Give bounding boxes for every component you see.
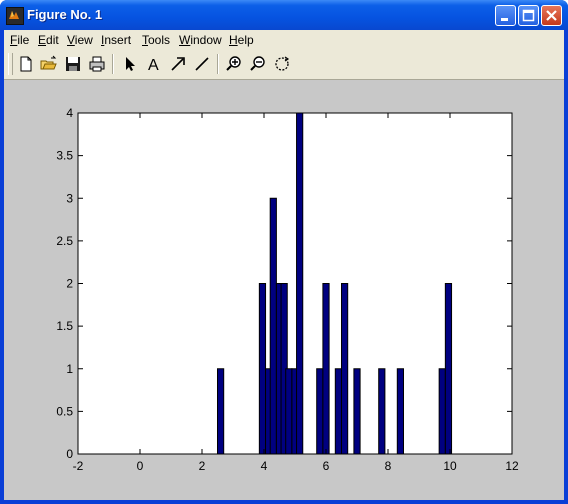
rotate-3d-button[interactable] <box>272 54 292 74</box>
menu-edit-label: dit <box>46 33 59 47</box>
save-icon <box>66 57 80 71</box>
insert-text-icon: A <box>148 57 159 74</box>
menu-view[interactable]: View <box>67 33 93 47</box>
menu-insert-label: nsert <box>104 33 132 47</box>
histogram-bar <box>378 368 386 455</box>
x-tick-label: 6 <box>323 459 330 473</box>
menu-tools[interactable]: Tools <box>142 33 170 47</box>
print-icon <box>89 56 105 72</box>
menu-help-label: elp <box>237 33 254 47</box>
histogram-bar <box>217 368 225 455</box>
zoom-out-icon <box>250 56 265 71</box>
y-tick-label: 3.5 <box>56 149 73 163</box>
x-tick-label: 12 <box>505 459 519 473</box>
menu-window-accel: W <box>179 33 191 47</box>
insert-arrow-button[interactable] <box>168 54 188 74</box>
menu-file-label: ile <box>17 33 30 47</box>
y-tick-label: 1.5 <box>56 319 73 333</box>
menu-edit-accel: E <box>38 33 47 47</box>
histogram-plot[interactable]: -2 0 2 4 6 8 10 1200.511.522.533.54 <box>4 80 564 500</box>
open-file-button[interactable] <box>39 54 59 74</box>
toolbar-separator <box>112 54 114 74</box>
insert-line-icon <box>195 57 209 71</box>
zoom-out-button[interactable] <box>248 54 268 74</box>
close-button[interactable] <box>541 5 562 26</box>
menu-bar: File Edit View Insert Tools Window Help <box>4 30 564 50</box>
menu-window[interactable]: Window <box>179 33 222 47</box>
figure-toolbar: A <box>4 50 564 80</box>
minimize-button[interactable] <box>495 5 516 26</box>
svg-text:A: A <box>148 57 159 74</box>
zoom-in-icon <box>226 56 241 71</box>
histogram-bar <box>258 283 267 455</box>
open-folder-icon <box>40 55 57 70</box>
toolbar-grip[interactable] <box>8 53 13 75</box>
y-tick-label: 4 <box>66 106 73 120</box>
figure-window: Figure No. 1 File Edit View Insert Tools… <box>0 0 568 504</box>
menu-help-accel: H <box>229 33 238 47</box>
minimize-icon <box>501 18 508 21</box>
insert-line-button[interactable] <box>192 54 212 74</box>
zoom-in-button[interactable] <box>224 54 244 74</box>
x-tick-label: -2 <box>73 459 84 473</box>
close-icon <box>546 10 557 21</box>
histogram-bar <box>353 368 361 455</box>
histogram-bar <box>396 368 404 455</box>
window-title: Figure No. 1 <box>27 7 103 22</box>
x-tick-label: 4 <box>261 459 268 473</box>
maximize-icon <box>522 9 535 22</box>
new-figure-button[interactable] <box>16 54 36 74</box>
menu-file[interactable]: File <box>10 33 29 47</box>
figure-canvas: -2 0 2 4 6 8 10 12 0 0.5 1 1.5 2 2.5 3 3.5 4 <box>4 80 564 500</box>
x-tick-label: 10 <box>443 459 457 473</box>
y-tick-label: 2 <box>66 277 73 291</box>
menu-insert[interactable]: Insert <box>101 33 131 47</box>
x-tick-label: 0 <box>137 459 144 473</box>
menu-view-label: iew <box>74 33 93 47</box>
insert-arrow-icon <box>171 57 185 71</box>
histogram-bar <box>444 283 453 455</box>
insert-text-button[interactable]: A <box>144 54 164 74</box>
new-file-icon <box>20 56 32 72</box>
x-tick-label: 8 <box>385 459 392 473</box>
histogram-bar <box>269 197 277 455</box>
histogram-bar <box>341 283 349 455</box>
histogram-bar <box>285 368 293 455</box>
matlab-app-icon <box>6 7 24 25</box>
histogram-bar <box>438 368 446 455</box>
histogram-bar <box>322 283 330 455</box>
menu-help[interactable]: Help <box>229 33 254 47</box>
y-tick-label: 2.5 <box>56 234 73 248</box>
edit-plot-button[interactable] <box>120 54 140 74</box>
x-tick-label: 2 <box>199 459 206 473</box>
select-arrow-icon <box>126 57 135 71</box>
save-button[interactable] <box>63 54 83 74</box>
title-bar[interactable]: Figure No. 1 <box>0 0 568 30</box>
menu-window-label: indow <box>190 33 222 47</box>
y-tick-label: 1 <box>66 362 73 376</box>
rotate-icon <box>275 56 290 71</box>
toolbar-separator <box>217 54 219 74</box>
menu-view-accel: V <box>67 33 75 47</box>
client-area: File Edit View Insert Tools Window Help <box>4 30 564 500</box>
menu-edit[interactable]: Edit <box>38 33 59 47</box>
histogram-bar <box>296 112 304 455</box>
y-tick-label: 0 <box>66 447 73 461</box>
maximize-button[interactable] <box>518 5 539 26</box>
menu-tools-label: ools <box>148 33 171 47</box>
y-tick-label: 0.5 <box>56 404 73 418</box>
histogram-bar <box>316 368 324 455</box>
y-tick-label: 3 <box>66 191 73 205</box>
histogram-bar <box>334 368 342 455</box>
print-button[interactable] <box>87 54 107 74</box>
